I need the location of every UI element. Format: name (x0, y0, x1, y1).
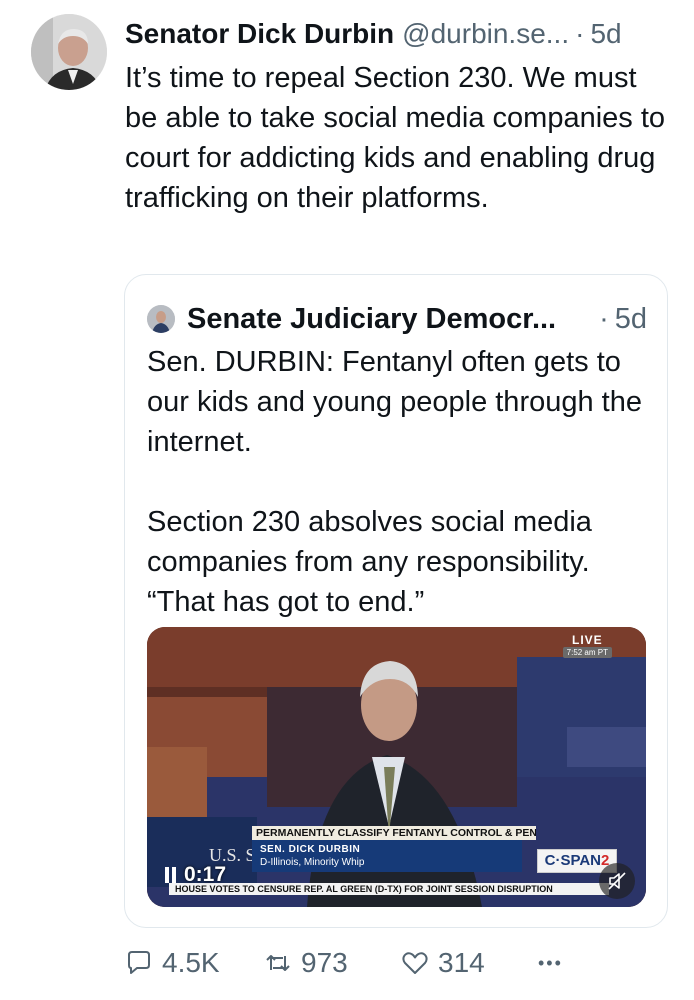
playback-control[interactable]: 0:17 (165, 863, 226, 887)
quoted-post-card[interactable]: Senate Judiciary Democr... · 5d Sen. DUR… (124, 274, 668, 928)
tweet-text: It’s time to repeal Section 230. We must… (125, 62, 666, 214)
author-avatar[interactable] (31, 14, 107, 90)
speaker-muted-icon (608, 872, 626, 890)
author-name[interactable]: Senator Dick Durbin (125, 18, 394, 50)
like-button[interactable]: 314 (400, 942, 485, 984)
speaker-name: SEN. DICK DURBIN (260, 844, 361, 855)
quoted-timestamp: 5d (614, 302, 647, 335)
quoted-separator-dot: · (599, 302, 609, 335)
repost-button[interactable]: 973 (263, 942, 348, 984)
repost-icon (266, 955, 290, 971)
news-ticker: HOUSE VOTES TO CENSURE REP. AL GREEN (D-… (169, 883, 609, 895)
network-name: C·SPAN (544, 852, 602, 869)
pause-icon[interactable] (165, 867, 176, 883)
video-player[interactable]: LIVE 7:52 am PT U.S. SE PERMANENTLY CLAS… (147, 627, 646, 907)
live-label: LIVE (571, 633, 603, 647)
author-handle[interactable]: @durbin.se... (402, 18, 569, 50)
caption-headline: PERMANENTLY CLASSIFY FENTANYL CONTROL & … (252, 826, 536, 840)
tweet-timestamp[interactable]: 5d (590, 18, 621, 50)
reply-button[interactable]: 4.5K (124, 942, 220, 984)
separator-dot: · (575, 18, 585, 49)
mute-button[interactable] (599, 863, 635, 899)
quoted-paragraph-2: Section 230 absolves social media compan… (147, 506, 592, 618)
elapsed-time: 0:17 (184, 863, 227, 886)
repost-count: 973 (301, 947, 348, 978)
action-bar: 4.5K 973 314 ••• (0, 942, 694, 984)
tweet-header: Senator Dick Durbin @durbin.se... · 5d (125, 14, 675, 54)
quoted-author-name: Senate Judiciary Democr... (187, 302, 557, 335)
more-icon: ••• (538, 952, 563, 973)
live-badge: LIVE 7:52 am PT (562, 633, 612, 658)
reply-count: 4.5K (162, 947, 220, 978)
speaker-title: D-Illinois, Minority Whip (260, 857, 365, 868)
quoted-paragraph-1: Sen. DURBIN: Fentanyl often gets to our … (147, 346, 642, 458)
speaker-strip: SEN. DICK DURBIN D-Illinois, Minority Wh… (252, 840, 522, 872)
like-count: 314 (438, 947, 485, 978)
more-options-button[interactable]: ••• (538, 942, 563, 984)
quoted-post-text: Sen. DURBIN: Fentanyl often gets to our … (147, 342, 652, 622)
reply-icon (128, 951, 150, 974)
live-time: 7:52 am PT (562, 647, 612, 658)
quoted-author-avatar (147, 305, 175, 333)
quoted-post-header: Senate Judiciary Democr... · 5d (147, 299, 647, 339)
heart-icon (402, 952, 428, 974)
